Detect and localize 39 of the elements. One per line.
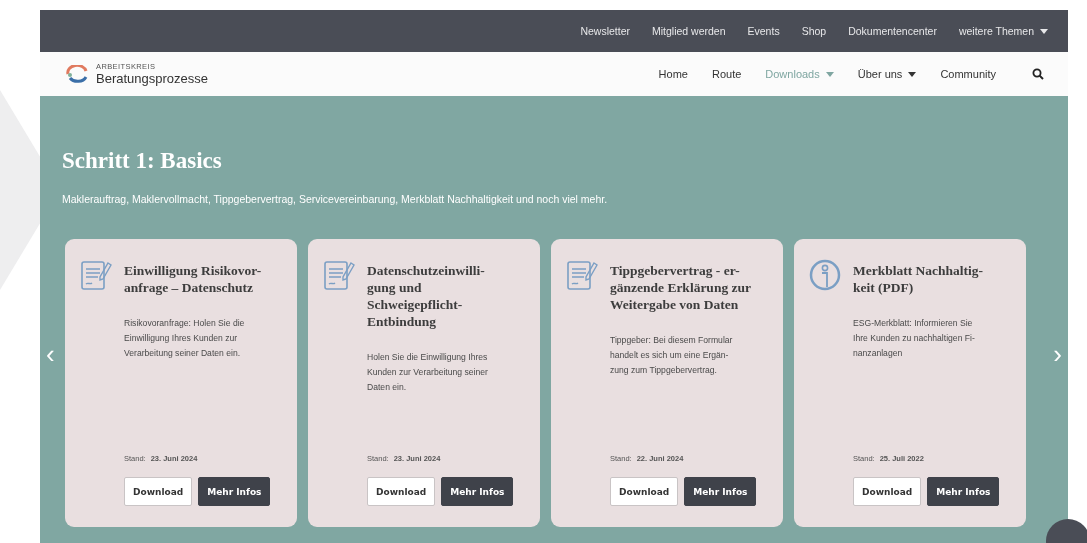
card-title: Tippgebervertrag - er- gänzende Erklärung zur Weitergabe von Daten	[610, 262, 751, 313]
card-title: Einwilligung Risikovor- anfrage – Datenschutz	[124, 262, 262, 296]
nav-link[interactable]: Home	[658, 68, 688, 80]
top-link[interactable]: Events	[747, 25, 780, 37]
download-button[interactable]: Download	[124, 477, 193, 506]
download-button[interactable]: Download	[610, 477, 679, 506]
card-title: Datenschutzeinwilli- gung und Schweigepflicht- Entbindung	[367, 262, 485, 330]
more-info-button[interactable]: Mehr Infos	[198, 477, 271, 506]
nav-link[interactable]: Route	[711, 68, 742, 80]
section-title: Schritt 1: Basics	[62, 148, 222, 174]
more-info-button[interactable]: Mehr Infos	[927, 477, 1000, 506]
more-info-button[interactable]: Mehr Infos	[684, 477, 757, 506]
logo-icon	[66, 65, 88, 83]
top-link[interactable]: Newsletter	[580, 25, 630, 37]
download-button[interactable]: Download	[367, 477, 436, 506]
nav-link[interactable]: Über uns	[857, 68, 917, 80]
logo-name: Beratungsprozesse	[96, 71, 208, 86]
document-icon	[80, 259, 114, 291]
card-title: Merkblatt Nachhaltig- keit (PDF)	[853, 262, 984, 296]
top-link[interactable]: Dokumentencenter	[848, 25, 937, 37]
document-icon	[566, 259, 600, 291]
caret-icon	[1040, 28, 1048, 34]
caret-icon	[825, 71, 834, 77]
card-description: Tippgeber: Bei diesem Formular handelt es sich um eine Ergän- zung zum Tippgebervertrag.	[610, 334, 734, 377]
card-description: Holen Sie die Einwilligung Ihres Kunden zur Verarbeitung seiner Daten ein.	[367, 351, 489, 394]
top-link[interactable]: Shop	[801, 25, 827, 37]
top-link[interactable]: Mitglied werden	[652, 25, 726, 37]
section-subtitle: Maklerauftrag, Maklervollmacht, Tippgebervertrag, Servicevereinbarung, Merkblatt Nachhaltigkeit und noch viel mehr.	[62, 193, 608, 205]
nav-link[interactable]: Community	[940, 68, 996, 80]
document-icon	[323, 259, 357, 291]
info-icon	[809, 259, 843, 291]
top-link[interactable]: weitere Themen	[958, 25, 1048, 37]
caret-icon	[908, 71, 917, 77]
card-description: Risikovoranfrage: Holen Sie die Einwilligung Ihres Kunden zur Verarbeitung seiner Daten ein.	[124, 317, 246, 360]
download-button[interactable]: Download	[853, 477, 922, 506]
search-button[interactable]	[1030, 66, 1046, 82]
search-icon	[1032, 68, 1044, 80]
more-info-button[interactable]: Mehr Infos	[441, 477, 514, 506]
card-description: ESG-Merkblatt: Informieren Sie Ihre Kunden zu nachhaltigen Fi- nanzanlagen	[853, 317, 976, 360]
